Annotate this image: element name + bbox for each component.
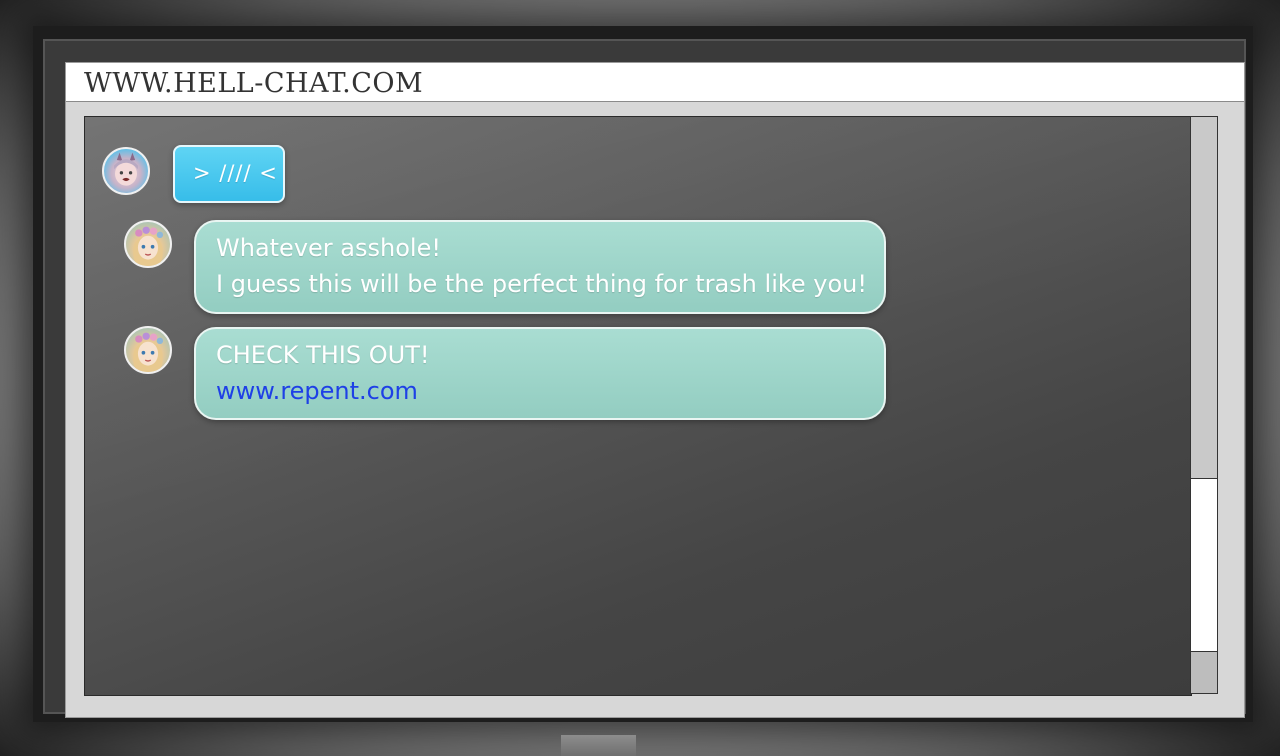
elf-avatar-icon[interactable] (124, 326, 172, 374)
message-bubble: Whatever asshole! I guess this will be t… (194, 220, 886, 314)
message-text: Whatever asshole! (216, 234, 441, 262)
monitor-bezel: WWW.HELL-CHAT.COM > //// < Whatever assh… (33, 26, 1253, 722)
browser-window: WWW.HELL-CHAT.COM > //// < Whatever assh… (65, 62, 1245, 718)
chat-log: > //// < Whatever asshole! I guess this … (84, 116, 1192, 696)
address-bar[interactable]: WWW.HELL-CHAT.COM (66, 63, 1244, 102)
scrollbar[interactable] (1190, 116, 1218, 694)
message-text: > //// < (193, 161, 278, 185)
screen: WWW.HELL-CHAT.COM > //// < Whatever assh… (43, 39, 1246, 718)
demon-avatar-icon[interactable] (102, 147, 150, 195)
address-url: WWW.HELL-CHAT.COM (84, 68, 424, 99)
message-bubble: CHECK THIS OUT! www.repent.com (194, 327, 886, 420)
message-link[interactable]: www.repent.com (216, 373, 864, 409)
scrollbar-thumb[interactable] (1191, 117, 1217, 479)
elf-avatar-icon[interactable] (124, 220, 172, 268)
monitor-stand (561, 735, 636, 756)
message-text: I guess this will be the perfect thing f… (216, 270, 868, 298)
message-bubble: > //// < (173, 145, 285, 203)
scroll-down-button[interactable] (1191, 651, 1217, 693)
message-text: CHECK THIS OUT! (216, 341, 430, 369)
